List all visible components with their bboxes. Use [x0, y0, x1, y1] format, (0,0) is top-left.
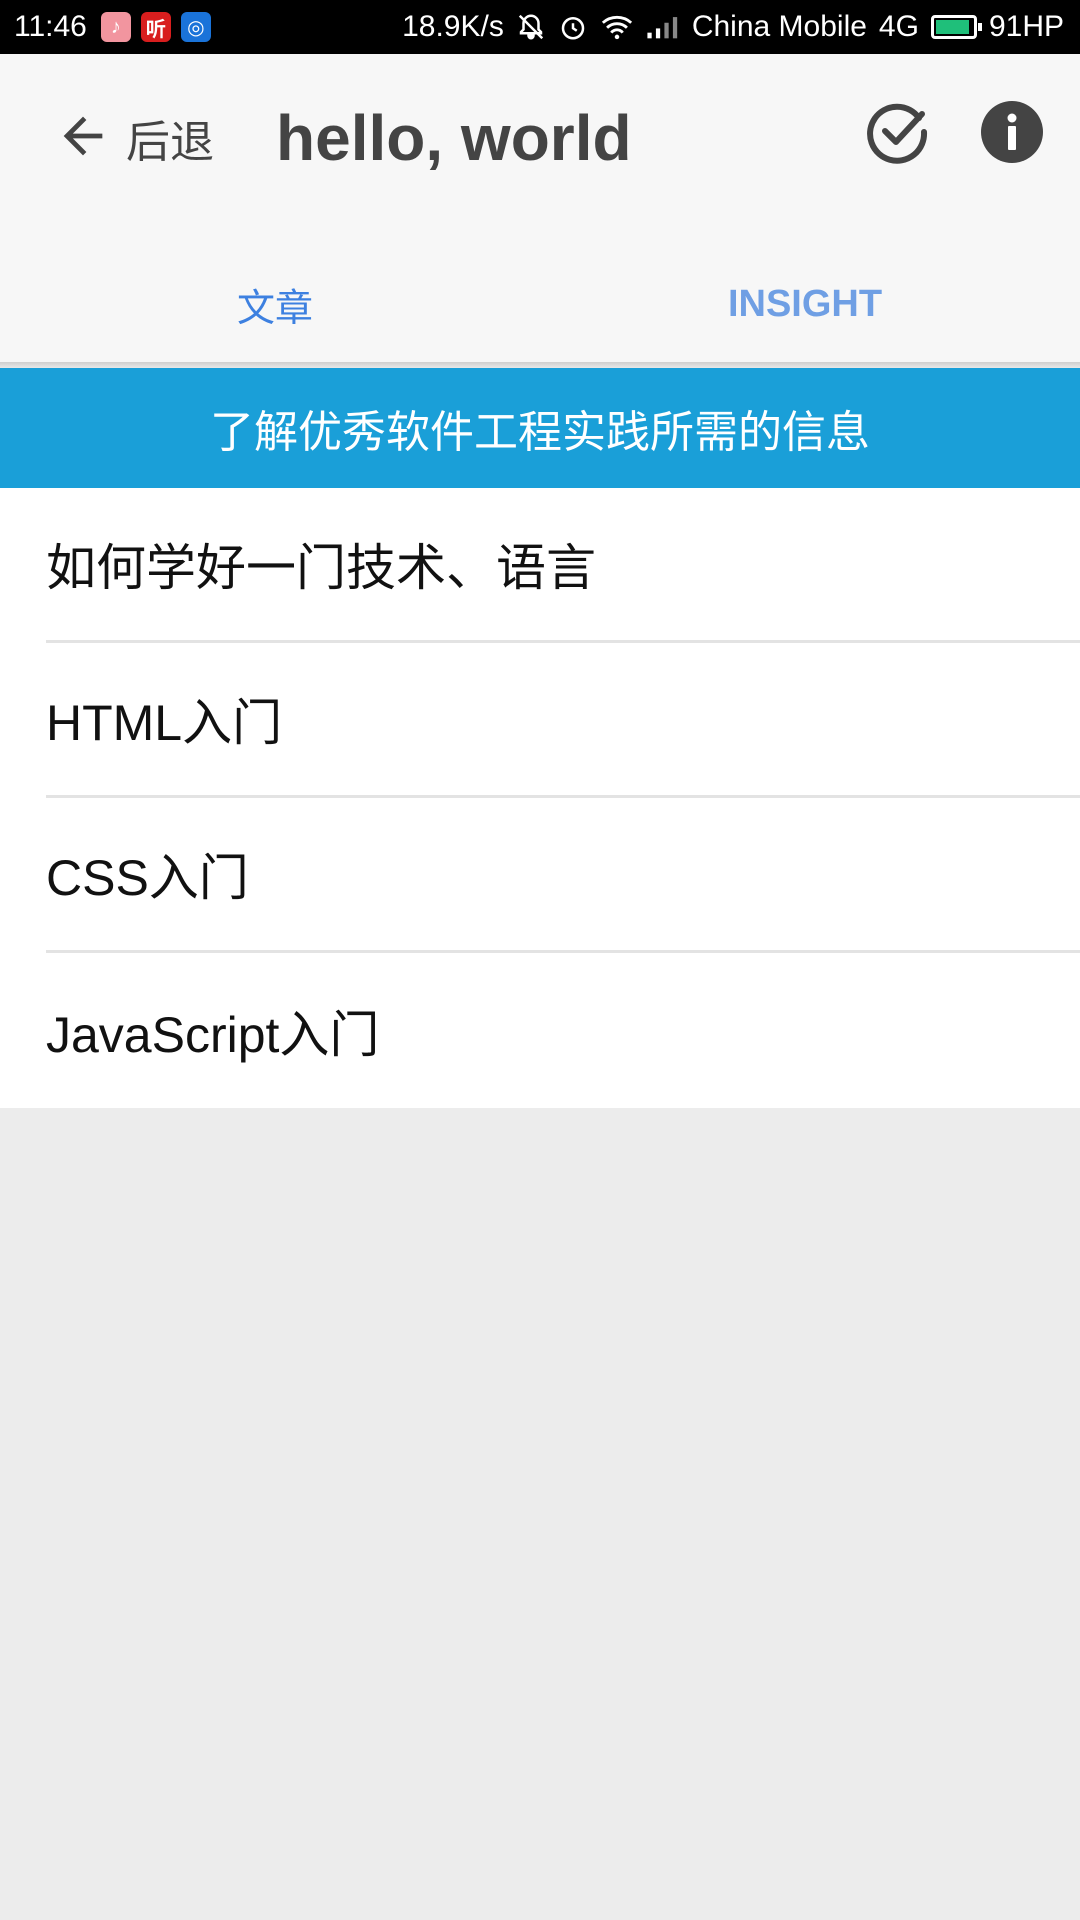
status-time: 11:46 [14, 10, 87, 43]
article-item[interactable]: 如何学好一门技术、语言 [46, 488, 1080, 643]
status-bar: 11:46 ♪ 听 ◎ 18.9K/s China Mobile 4G 91HP [0, 0, 1080, 54]
signal-icon [646, 14, 680, 40]
info-button[interactable] [980, 100, 1044, 164]
alarm-icon [558, 12, 588, 42]
network-type: 4G [878, 10, 919, 43]
info-icon [981, 101, 1043, 163]
mute-bell-icon [516, 12, 546, 42]
tab-articles[interactable]: 文章 [10, 254, 540, 354]
battery-icon [930, 15, 982, 39]
wifi-icon [600, 12, 634, 42]
chat-app-icon: ◎ [180, 12, 211, 42]
arrow-left-icon [54, 107, 112, 169]
music-app-icon: ♪ [100, 12, 131, 42]
ting-app-icon: 听 [140, 12, 171, 42]
battery-label: 91HP [988, 10, 1064, 43]
check-button[interactable] [866, 100, 930, 164]
network-speed: 18.9K/s [402, 10, 504, 43]
info-banner: 了解优秀软件工程实践所需的信息 [0, 368, 1080, 488]
battery-fill [935, 20, 969, 34]
back-label: 后退 [126, 117, 214, 168]
app-bar: 后退 hello, world 文章 INSIGHT [0, 54, 1080, 406]
carrier-name: China Mobile [691, 10, 867, 43]
article-item[interactable]: JavaScript入门 [46, 953, 1080, 1108]
check-circle-icon [867, 103, 928, 164]
article-item[interactable]: HTML入门 [46, 643, 1080, 798]
page-title: hello, world [276, 102, 632, 174]
article-list: 如何学好一门技术、语言 HTML入门 CSS入门 JavaScript入门 [0, 488, 1080, 1108]
article-item[interactable]: CSS入门 [46, 798, 1080, 953]
tab-bar: 文章 INSIGHT [0, 254, 1080, 406]
tab-insight[interactable]: INSIGHT [540, 254, 1070, 354]
back-button[interactable]: 后退 [54, 98, 214, 178]
